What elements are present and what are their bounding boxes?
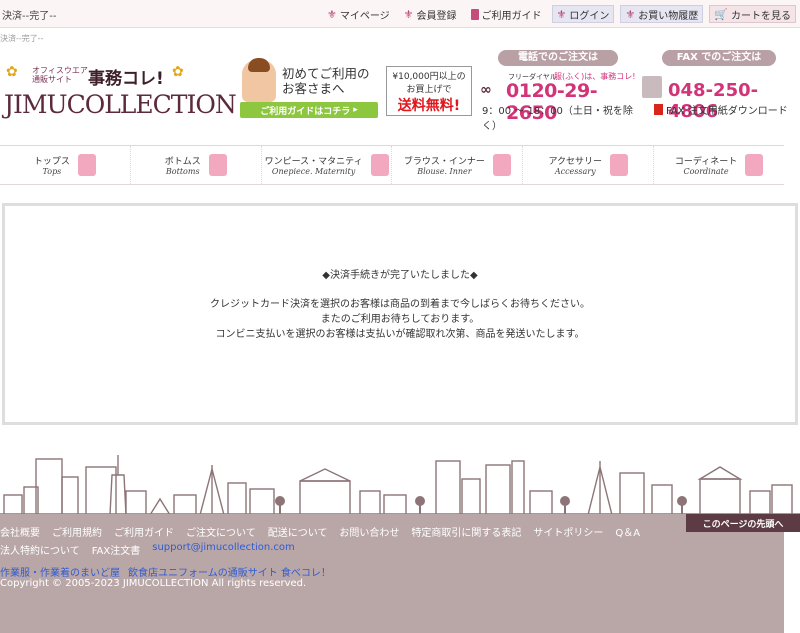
footer-link-fax-form[interactable]: FAX注文書 bbox=[92, 542, 141, 557]
mypage-label: マイページ bbox=[339, 10, 390, 22]
pants-icon bbox=[208, 154, 227, 176]
pdf-icon bbox=[654, 104, 663, 115]
sub-heading: 決済--完了-- bbox=[0, 34, 44, 43]
fax-machine-icon bbox=[642, 76, 662, 98]
freedial-icon: ∞ bbox=[480, 82, 492, 98]
phone-order-block: 電話でのご注文は ∞ フリーダイヤル 服(ふく)は、事務コレ! 0120-29-… bbox=[480, 50, 640, 132]
fleur-icon: ⚜ bbox=[625, 7, 636, 21]
footer-link-policy[interactable]: サイトポリシー bbox=[533, 524, 603, 539]
blouse-icon bbox=[492, 154, 511, 176]
category-nav: トップス Tops ボトムス Bottoms ワンピース・マタニティ Onepiece… bbox=[0, 145, 784, 185]
footer-links-row-2: 法人特約について FAX注文書 support@jimucollection.c… bbox=[0, 542, 295, 557]
completion-message-3: コンビニ支払いを選択のお客様は支払いが確認取れ次第、商品を発送いたします。 bbox=[215, 329, 585, 340]
logo-catch: 事務コレ! bbox=[88, 69, 164, 89]
city-skyline-illustration bbox=[0, 455, 800, 515]
site-logo[interactable]: ✿ オフィスウエア 通販サイト 事務コレ! ✿ JIMUCOLLECTION bbox=[2, 58, 237, 126]
top-bar: 決済--完了-- ⚜ マイページ ⚜ 会員登録 ご利用ガイド ⚜ ログイン ⚜ お買い物… bbox=[0, 0, 800, 28]
footer-link-guide[interactable]: ご利用ガイド bbox=[114, 524, 174, 539]
sunflower-icon: ✿ bbox=[6, 64, 18, 80]
arrow-right-icon: ▸ bbox=[353, 105, 358, 115]
footer-link-terms[interactable]: ご利用規約 bbox=[52, 524, 102, 539]
footer-link-shipping[interactable]: 配送について bbox=[268, 524, 328, 539]
completion-message-1: クレジットカード決済を選択のお客様は商品の到着まで今しばらくお待ちください。 bbox=[210, 299, 590, 310]
payment-complete-panel: ◆決済手続きが完了いたしました◆ クレジットカード決済を選択のお客様は商品の到着… bbox=[2, 203, 798, 425]
suit-icon bbox=[745, 154, 764, 176]
free-shipping-line1: ¥10,000円以上の bbox=[392, 72, 466, 82]
free-shipping-line3: 送料無料! bbox=[397, 98, 461, 114]
category-blouse[interactable]: ブラウス・インナー Blouse. Inner bbox=[391, 146, 522, 184]
register-label: 会員登録 bbox=[416, 10, 457, 22]
site-footer: 会社概要 ご利用規約 ご利用ガイド ご注文について 配送について お問い合わせ … bbox=[0, 514, 784, 633]
cart-label: カートを見る bbox=[731, 10, 791, 22]
category-bottoms[interactable]: ボトムス Bottoms bbox=[129, 146, 261, 184]
fleur-icon: ⚜ bbox=[556, 7, 567, 21]
guide-link[interactable]: ご利用ガイド bbox=[467, 5, 546, 23]
first-time-guide-banner[interactable]: 初めてご利用の お客さまへ ご利用ガイドはコチラ ▸ bbox=[238, 58, 380, 120]
login-button[interactable]: ⚜ ログイン bbox=[551, 5, 615, 23]
footer-link-contact[interactable]: お問い合わせ bbox=[339, 524, 399, 539]
footer-email-link[interactable]: support@jimucollection.com bbox=[152, 542, 295, 557]
completion-message-2: またのご利用お待ちしております。 bbox=[320, 314, 480, 325]
partner-link-maidoya[interactable]: 作業服・作業着のまいど屋 bbox=[0, 564, 120, 579]
fleur-icon: ⚜ bbox=[403, 7, 414, 21]
logo-tagline: オフィスウエア 通販サイト bbox=[32, 66, 88, 84]
copyright: Copyright © 2005-2023 JIMUCOLLECTION All… bbox=[0, 578, 307, 589]
fax-title: FAX でのご注文は bbox=[662, 50, 776, 66]
footer-link-corporate[interactable]: 法人特約について bbox=[0, 542, 80, 557]
page-top-button[interactable]: このページの先頭へ bbox=[686, 514, 800, 532]
footer-links-row-1: 会社概要 ご利用規約 ご利用ガイド ご注文について 配送について お問い合わせ … bbox=[0, 524, 640, 539]
category-onepiece[interactable]: ワンピース・マタニティ Onepiece. Maternity bbox=[260, 146, 392, 184]
guide-label: ご利用ガイド bbox=[481, 10, 542, 22]
guide-button[interactable]: ご利用ガイドはコチラ ▸ bbox=[240, 102, 378, 118]
dress-icon bbox=[370, 154, 389, 176]
login-label: ログイン bbox=[569, 10, 610, 22]
jacket-icon bbox=[77, 154, 96, 176]
category-coordinate[interactable]: コーディネート Coordinate bbox=[653, 146, 784, 184]
category-accessary[interactable]: アクセサリー Accessary bbox=[522, 146, 653, 184]
footer-link-faq[interactable]: Q＆A bbox=[615, 524, 640, 539]
footer-link-company[interactable]: 会社概要 bbox=[0, 524, 40, 539]
bag-icon bbox=[610, 154, 628, 176]
fax-order-block: FAX でのご注文は 048-250-4806 FAX 注文用紙ダウンロード bbox=[640, 50, 800, 122]
history-label: お買い物履歴 bbox=[638, 10, 699, 22]
book-icon bbox=[470, 8, 479, 20]
guide-message: 初めてご利用の お客さまへ bbox=[282, 66, 370, 96]
footer-link-order[interactable]: ご注文について bbox=[186, 524, 256, 539]
page-heading: 決済--完了-- bbox=[2, 11, 57, 22]
business-hours: 9：00 ～ 18：00（土日・祝を除く） bbox=[482, 106, 633, 132]
mypage-link[interactable]: ⚜ マイページ bbox=[323, 5, 394, 23]
footer-link-tokushoho[interactable]: 特定商取引に関する表記 bbox=[411, 524, 521, 539]
partner-links: 作業服・作業着のまいど屋 飲食店ユニフォームの通販サイト 食べコレ！ bbox=[0, 564, 331, 579]
phone-title: 電話でのご注文は bbox=[498, 50, 618, 66]
logo-brand: JIMUCOLLECTION bbox=[4, 90, 237, 119]
fax-download-link[interactable]: FAX 注文用紙ダウンロード bbox=[654, 102, 788, 117]
partner-link-tabecolle[interactable]: 飲食店ユニフォームの通販サイト 食べコレ！ bbox=[128, 564, 331, 579]
cart-icon: 🛒 bbox=[714, 7, 728, 21]
woman-illustration-icon bbox=[242, 58, 276, 102]
cart-button[interactable]: 🛒 カートを見る bbox=[709, 5, 796, 23]
fleur-icon: ⚜ bbox=[326, 7, 337, 21]
free-shipping-line2: お買上げで bbox=[406, 85, 452, 95]
top-nav: ⚜ マイページ ⚜ 会員登録 ご利用ガイド ⚜ ログイン ⚜ お買い物履歴 🛒 カートを見… bbox=[323, 5, 796, 23]
sunflower-icon: ✿ bbox=[172, 64, 184, 80]
register-link[interactable]: ⚜ 会員登録 bbox=[400, 5, 461, 23]
free-shipping-banner: ¥10,000円以上の お買上げで 送料無料! bbox=[386, 66, 472, 116]
completion-title: ◆決済手続きが完了いたしました◆ bbox=[322, 270, 478, 281]
history-button[interactable]: ⚜ お買い物履歴 bbox=[620, 5, 704, 23]
category-tops[interactable]: トップス Tops bbox=[0, 146, 130, 184]
